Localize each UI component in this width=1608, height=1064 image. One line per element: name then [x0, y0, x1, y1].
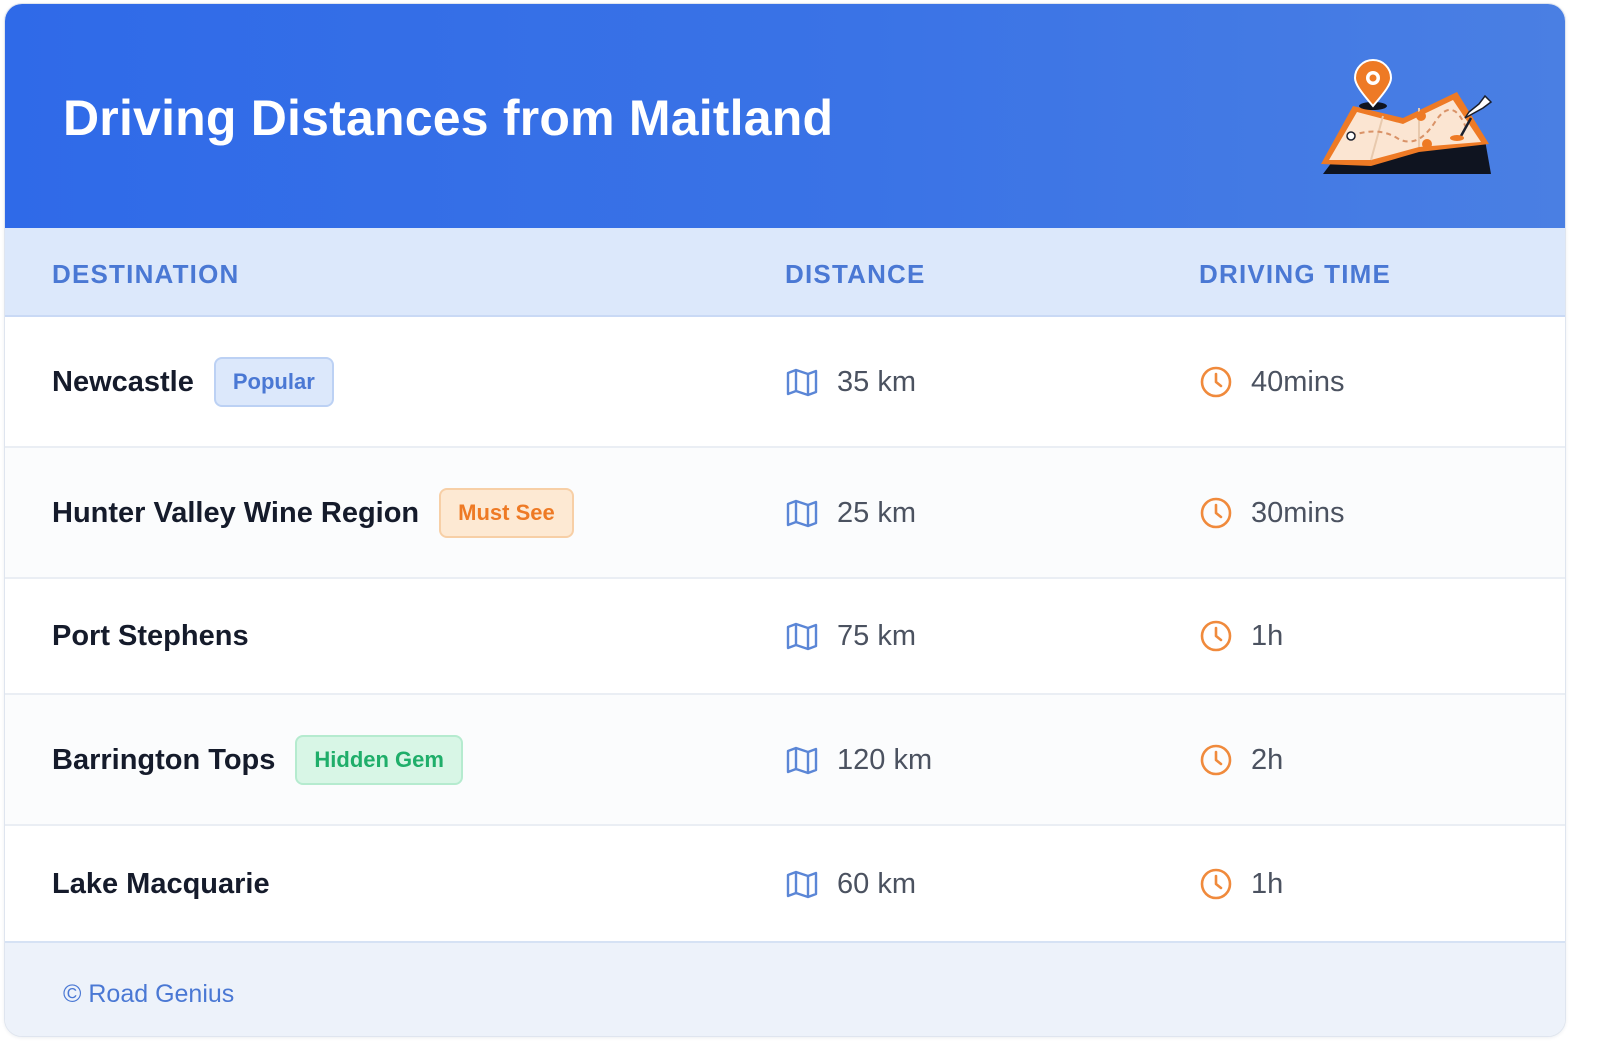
driving-time-value: 30mins: [1251, 496, 1345, 529]
column-header-distance[interactable]: DISTANCE: [785, 258, 926, 290]
map-icon: [786, 870, 818, 898]
destination-name: Barrington Tops: [52, 743, 276, 776]
page-title: Driving Distances from Maitland: [63, 90, 834, 146]
distance-value: 75 km: [837, 620, 916, 652]
clock-icon: [1200, 868, 1232, 899]
map-icon: [786, 622, 818, 651]
table-row: Port Stephens 75 km 1h: [5, 579, 1565, 695]
driving-time-value: 40mins: [1251, 365, 1345, 398]
table-row: Barrington Tops Hidden Gem 120 km 2h: [5, 695, 1565, 826]
clock-icon: [1200, 620, 1232, 652]
destination-name: Lake Macquarie: [52, 867, 270, 900]
destination-name: Port Stephens: [52, 620, 249, 652]
popular-badge: Popular: [213, 356, 334, 407]
distances-card: Driving Distances from Maitland DESTINAT…: [4, 3, 1566, 1037]
map-pin-illustration-icon: [1321, 59, 1493, 174]
column-header-destination[interactable]: DESTINATION: [52, 258, 240, 290]
destination-name: Newcastle: [52, 365, 194, 398]
clock-icon: [1200, 744, 1232, 775]
map-icon: [786, 368, 818, 396]
column-header-driving-time[interactable]: DRIVING TIME: [1199, 258, 1391, 290]
distance-value: 35 km: [837, 365, 916, 398]
footer: © Road Genius: [5, 941, 1565, 1036]
driving-time-value: 1h: [1251, 867, 1284, 900]
table-header: DESTINATION DISTANCE DRIVING TIME: [5, 228, 1565, 317]
destination-name: Hunter Valley Wine Region: [52, 496, 420, 529]
map-icon: [786, 746, 818, 774]
distance-value: 60 km: [837, 867, 916, 900]
clock-icon: [1200, 366, 1232, 397]
table-row: Hunter Valley Wine Region Must See 25 km…: [5, 448, 1565, 579]
hidden-gem-badge: Hidden Gem: [295, 734, 463, 785]
copyright-credit[interactable]: © Road Genius: [63, 979, 234, 1009]
header-banner: Driving Distances from Maitland: [5, 4, 1565, 228]
driving-time-value: 2h: [1251, 743, 1284, 776]
table-row: Newcastle Popular 35 km 40mins: [5, 317, 1565, 448]
distance-value: 120 km: [837, 743, 933, 776]
map-icon: [786, 499, 818, 527]
distance-value: 25 km: [837, 496, 916, 529]
driving-time-value: 1h: [1251, 620, 1284, 652]
table-row: Lake Macquarie 60 km 1h: [5, 826, 1565, 941]
must-see-badge: Must See: [439, 487, 574, 538]
clock-icon: [1200, 497, 1232, 528]
